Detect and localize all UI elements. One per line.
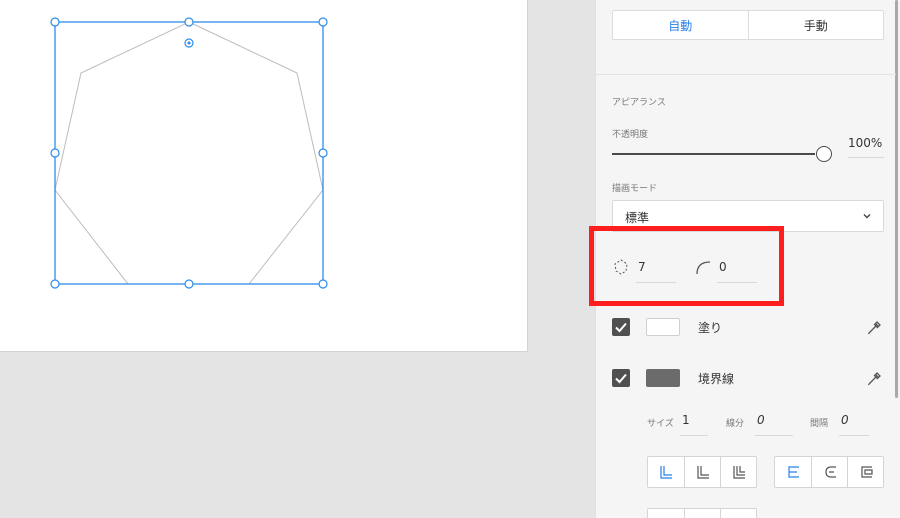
opacity-slider-track[interactable] (612, 153, 815, 155)
border-eyedropper-icon[interactable] (866, 369, 884, 387)
blend-mode-value: 標準 (625, 211, 650, 225)
section-divider (596, 74, 896, 75)
heptagon-shape[interactable] (0, 0, 528, 352)
heptagon-outline[interactable] (54, 21, 324, 285)
blend-mode-label: 描画モード (612, 184, 658, 194)
manual-button[interactable]: 手動 (747, 11, 884, 39)
check-icon (615, 373, 627, 384)
gap-underline (839, 435, 869, 436)
resize-handle-top-right[interactable] (318, 17, 328, 27)
butt-cap-icon (660, 466, 672, 479)
fill-checkbox[interactable] (612, 318, 630, 336)
fill-color-swatch[interactable] (646, 318, 680, 336)
gap-field[interactable]: 0 (841, 413, 849, 427)
resize-handle-top[interactable] (184, 17, 194, 27)
line-cap-group (647, 456, 757, 488)
resize-handle-right[interactable] (318, 148, 328, 158)
resize-handle-bottom-right[interactable] (318, 279, 328, 289)
check-icon (615, 322, 627, 333)
resize-handle-left[interactable] (50, 148, 60, 158)
artboard[interactable] (0, 0, 528, 352)
outer-stroke-button[interactable] (720, 509, 756, 518)
opacity-slider-knob[interactable] (816, 146, 832, 162)
dash-field[interactable]: 0 (757, 413, 765, 427)
fill-eyedropper-icon[interactable] (866, 318, 884, 336)
panel-scrollbar[interactable] (895, 0, 898, 398)
square-cap-icon (732, 466, 745, 479)
stroke-position-group (647, 508, 757, 518)
opacity-value-field[interactable]: 100% (848, 136, 882, 150)
gap-label: 間隔 (810, 419, 829, 429)
round-join-button[interactable] (811, 457, 847, 487)
line-join-group (774, 456, 884, 488)
resize-handle-bottom[interactable] (184, 279, 194, 289)
border-label: 境界線 (698, 372, 735, 386)
opacity-value-underline (848, 157, 884, 158)
rotation-handle[interactable] (184, 38, 194, 48)
appearance-section-title: アピアランス (612, 98, 666, 108)
stroke-size-field[interactable]: 1 (682, 413, 690, 427)
center-stroke-button[interactable] (684, 509, 720, 518)
stroke-size-underline (680, 435, 708, 436)
dash-underline (755, 435, 793, 436)
inner-stroke-button[interactable] (648, 509, 684, 518)
fill-label: 塗り (698, 321, 723, 335)
bevel-join-button[interactable] (847, 457, 883, 487)
chevron-down-icon (863, 214, 871, 219)
round-cap-button[interactable] (684, 457, 720, 487)
miter-join-button[interactable] (775, 457, 811, 487)
auto-button[interactable]: 自動 (613, 11, 748, 39)
border-color-swatch[interactable] (646, 369, 680, 387)
dash-label: 線分 (726, 419, 745, 429)
resize-handle-top-left[interactable] (50, 17, 60, 27)
responsive-resize-toggle: 自動 手動 (612, 10, 884, 40)
highlight-annotation-box (589, 226, 784, 306)
opacity-label: 不透明度 (612, 130, 649, 140)
round-cap-icon (696, 466, 709, 479)
canvas-area[interactable] (0, 0, 595, 518)
butt-cap-button[interactable] (648, 457, 684, 487)
border-checkbox[interactable] (612, 369, 630, 387)
stroke-size-label: サイズ (647, 419, 674, 429)
bevel-join-icon (860, 466, 873, 478)
resize-handle-bottom-left[interactable] (50, 279, 60, 289)
square-cap-button[interactable] (720, 457, 756, 487)
miter-join-icon (788, 466, 799, 478)
round-join-icon (824, 466, 836, 478)
